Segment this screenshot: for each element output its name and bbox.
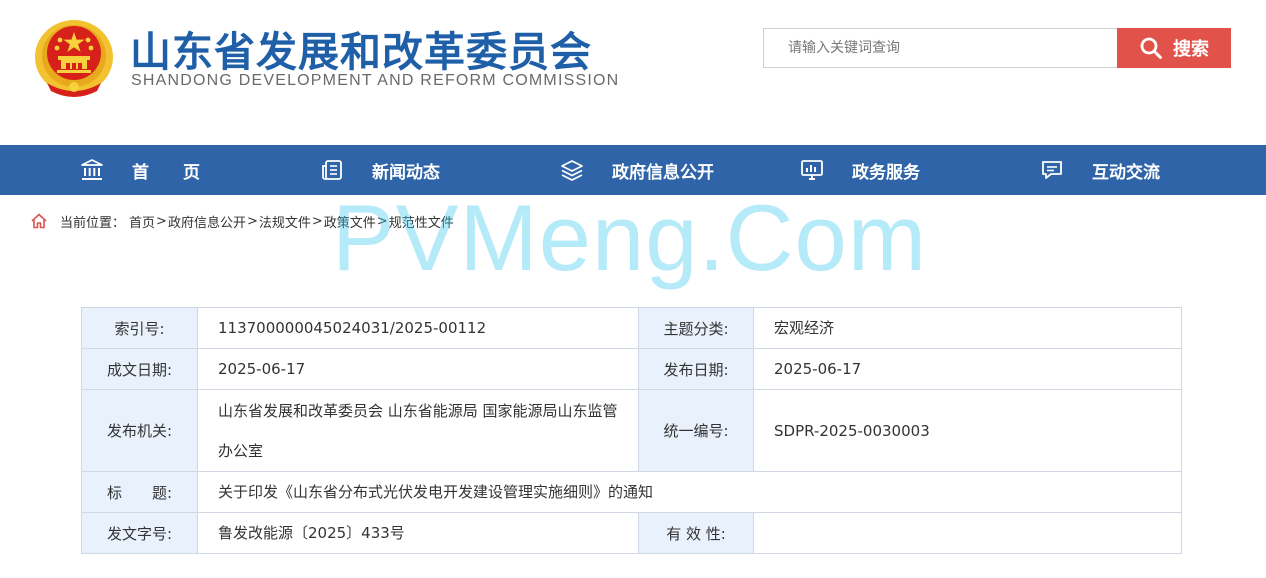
nav-item-news[interactable]: 新闻动态 (320, 145, 440, 195)
nav-label-news: 新闻动态 (372, 162, 440, 183)
chat-icon (1042, 161, 1062, 179)
site-title: 山东省发展和改革委员会 (130, 28, 592, 76)
search-button-label: 搜索 (1173, 39, 1209, 60)
search-input[interactable] (764, 29, 1117, 67)
nav-label-home: 首 页 (132, 162, 200, 183)
home-icon (31, 213, 47, 229)
meta-row: 成文日期: 2025-06-17 发布日期: 2025-06-17 (81, 348, 1182, 390)
index-value: 113700000045024031/2025-00112 (197, 307, 639, 349)
issuer-label: 发布机关: (81, 389, 198, 472)
national-emblem-icon (35, 20, 113, 97)
nav-label-services: 政务服务 (852, 162, 920, 183)
issuer-value: 山东省发展和改革委员会 山东省能源局 国家能源局山东监管办公室 (197, 389, 639, 472)
publish-date-label: 发布日期: (638, 348, 754, 390)
news-icon (322, 160, 342, 180)
validity-value (753, 512, 1182, 554)
breadcrumb-separator: > (246, 213, 258, 229)
nav-item-services[interactable]: 政务服务 (800, 145, 920, 195)
nav-label-gov-info: 政府信息公开 (612, 162, 714, 183)
document-meta-table: 索引号: 113700000045024031/2025-00112 主题分类:… (81, 307, 1182, 554)
breadcrumb-item-regulations[interactable]: 法规文件 (259, 212, 311, 231)
search-box (763, 28, 1118, 68)
breadcrumb-item-home[interactable]: 首页 (129, 212, 155, 231)
building-icon (81, 159, 103, 180)
serial-label: 统一编号: (638, 389, 754, 472)
topic-label: 主题分类: (638, 307, 754, 349)
title-label: 标 题: (81, 471, 198, 513)
breadcrumb-separator: > (376, 213, 388, 229)
meta-row: 发文字号: 鲁发改能源〔2025〕433号 有 效 性: (81, 512, 1182, 554)
serial-value: SDPR-2025-0030003 (753, 389, 1182, 472)
title-value: 关于印发《山东省分布式光伏发电开发建设管理实施细则》的通知 (197, 471, 1182, 513)
breadcrumb: 当前位置： 首页 > 政府信息公开 > 法规文件 > 政策文件 > 规范性文件 (30, 210, 454, 232)
breadcrumb-item-policy[interactable]: 政策文件 (324, 212, 376, 231)
index-label: 索引号: (81, 307, 198, 349)
nav-label-interaction: 互动交流 (1092, 162, 1160, 183)
main-nav: 首 页 新闻动态 政府信息公开 政务服务 互动交流 (0, 145, 1266, 195)
breadcrumb-item-normative[interactable]: 规范性文件 (389, 212, 454, 231)
meta-row: 发布机关: 山东省发展和改革委员会 山东省能源局 国家能源局山东监管办公室 统一… (81, 389, 1182, 472)
publish-date-value: 2025-06-17 (753, 348, 1182, 390)
doc-number-value: 鲁发改能源〔2025〕433号 (197, 512, 639, 554)
search-icon (1140, 37, 1162, 59)
meta-row: 索引号: 113700000045024031/2025-00112 主题分类:… (81, 307, 1182, 349)
site-header: 山东省发展和改革委员会 SHANDONG DEVELOPMENT AND REF… (0, 0, 1266, 145)
search-button[interactable]: 搜索 (1117, 28, 1231, 68)
written-date-label: 成文日期: (81, 348, 198, 390)
breadcrumb-separator: > (156, 213, 167, 229)
nav-item-home[interactable]: 首 页 (80, 145, 200, 195)
topic-value: 宏观经济 (753, 307, 1182, 349)
monitor-chart-icon (801, 160, 823, 180)
breadcrumb-item-gov-info[interactable]: 政府信息公开 (168, 212, 246, 231)
validity-label: 有 效 性: (638, 512, 754, 554)
watermark: PVMeng.Com (332, 185, 928, 290)
nav-item-gov-info[interactable]: 政府信息公开 (560, 145, 714, 195)
site-subtitle: SHANDONG DEVELOPMENT AND REFORM COMMISSI… (131, 72, 620, 89)
nav-item-interaction[interactable]: 互动交流 (1040, 145, 1160, 195)
breadcrumb-separator: > (311, 213, 323, 229)
written-date-value: 2025-06-17 (197, 348, 639, 390)
layers-icon (561, 160, 583, 181)
doc-number-label: 发文字号: (81, 512, 198, 554)
breadcrumb-prefix: 当前位置： (60, 215, 126, 231)
meta-row: 标 题: 关于印发《山东省分布式光伏发电开发建设管理实施细则》的通知 (81, 471, 1182, 513)
